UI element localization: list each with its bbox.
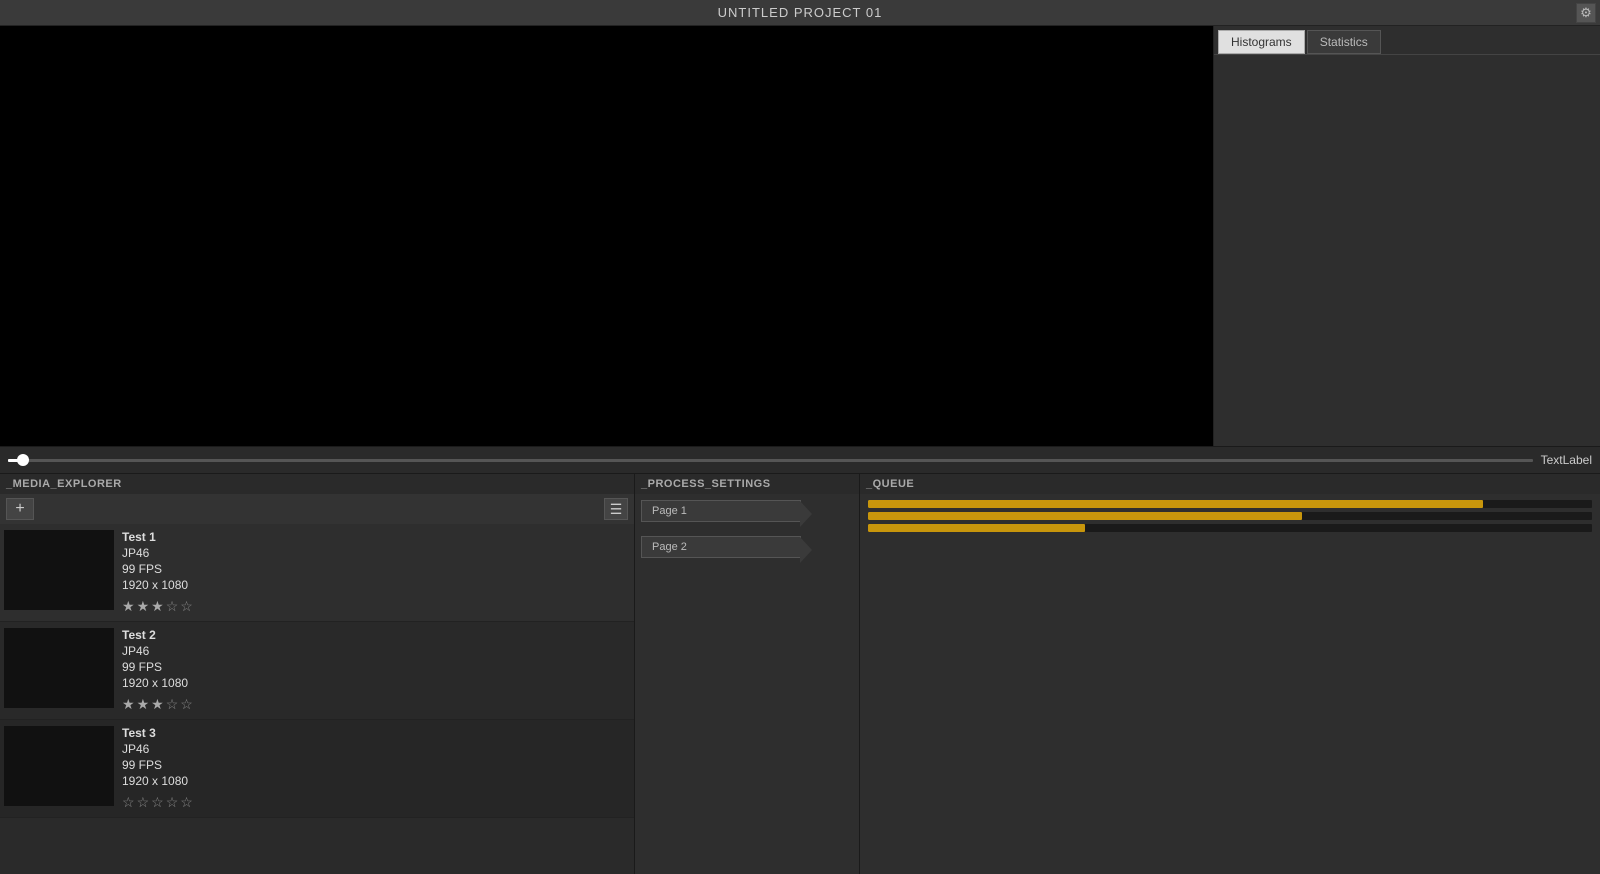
app-title: UNTITLED PROJECT 01 <box>718 5 883 20</box>
process-settings: _PROCESS_SETTINGS Page 1 Page 2 <box>635 474 860 874</box>
settings-button[interactable]: ⚙ <box>1576 3 1596 23</box>
list-view-icon: ☰ <box>610 501 623 518</box>
media-name: Test 3 <box>122 726 193 740</box>
bottom-area: _MEDIA_EXPLORER + ☰ Test 1 JP46 99 FPS 1920… <box>0 474 1600 874</box>
star-2[interactable]: ☆ <box>137 794 150 811</box>
process-page-tab-2[interactable]: Page 2 <box>641 536 801 558</box>
media-codec: JP46 <box>122 546 193 560</box>
scrubber-label: TextLabel <box>1541 453 1592 467</box>
media-name: Test 2 <box>122 628 193 642</box>
star-2[interactable]: ★ <box>137 598 150 615</box>
video-preview <box>0 26 1213 446</box>
queue-progress-bar-1 <box>868 500 1592 508</box>
star-4[interactable]: ☆ <box>166 598 179 615</box>
media-fps: 99 FPS <box>122 660 193 674</box>
star-5[interactable]: ☆ <box>180 794 193 811</box>
list-view-button[interactable]: ☰ <box>604 498 628 520</box>
tab-histograms[interactable]: Histograms <box>1218 30 1305 54</box>
star-5[interactable]: ☆ <box>180 598 193 615</box>
queue-content <box>860 494 1600 874</box>
page-tab-arrow <box>800 537 812 563</box>
media-resolution: 1920 x 1080 <box>122 578 193 592</box>
media-resolution: 1920 x 1080 <box>122 676 193 690</box>
queue: _QUEUE <box>860 474 1600 874</box>
media-list: Test 1JP4699 FPS1920 x 1080★★★☆☆Test 2JP… <box>0 524 634 874</box>
star-2[interactable]: ★ <box>137 696 150 713</box>
queue-progress-bars <box>860 494 1600 538</box>
process-page-tab-1[interactable]: Page 1 <box>641 500 801 522</box>
media-item-3[interactable]: Test 3JP4699 FPS1920 x 1080☆☆☆☆☆ <box>0 720 634 818</box>
side-panel-content <box>1214 55 1600 446</box>
tab-statistics[interactable]: Statistics <box>1307 30 1381 54</box>
star-3[interactable]: ☆ <box>151 794 164 811</box>
queue-title: _QUEUE <box>860 474 1600 494</box>
process-page-label: Page 2 <box>652 541 687 553</box>
star-5[interactable]: ☆ <box>180 696 193 713</box>
media-codec: JP46 <box>122 644 193 658</box>
star-4[interactable]: ☆ <box>166 696 179 713</box>
add-media-button[interactable]: + <box>6 498 34 520</box>
queue-progress-fill-3 <box>868 524 1085 532</box>
top-area: Histograms Statistics <box>0 26 1600 446</box>
scrubber-area[interactable]: TextLabel <box>0 446 1600 474</box>
queue-progress-bar-2 <box>868 512 1592 520</box>
media-item-2[interactable]: Test 2JP4699 FPS1920 x 1080★★★☆☆ <box>0 622 634 720</box>
scrubber-track[interactable] <box>8 459 1533 462</box>
queue-progress-fill-2 <box>868 512 1302 520</box>
scrubber-handle[interactable] <box>17 454 29 466</box>
star-1[interactable]: ★ <box>122 598 135 615</box>
media-thumbnail <box>4 726 114 806</box>
media-thumbnail <box>4 530 114 610</box>
star-1[interactable]: ☆ <box>122 794 135 811</box>
media-resolution: 1920 x 1080 <box>122 774 193 788</box>
media-stars[interactable]: ★★★☆☆ <box>122 598 193 615</box>
media-stars[interactable]: ★★★☆☆ <box>122 696 193 713</box>
queue-progress-bar-3 <box>868 524 1592 532</box>
star-1[interactable]: ★ <box>122 696 135 713</box>
star-3[interactable]: ★ <box>151 696 164 713</box>
process-settings-content: Page 1 Page 2 <box>635 494 859 874</box>
process-page-label: Page 1 <box>652 505 687 517</box>
media-explorer-toolbar: + ☰ <box>0 494 634 524</box>
media-name: Test 1 <box>122 530 193 544</box>
side-panel: Histograms Statistics <box>1213 26 1600 446</box>
media-thumbnail <box>4 628 114 708</box>
process-settings-title: _PROCESS_SETTINGS <box>635 474 859 494</box>
queue-progress-fill-1 <box>868 500 1483 508</box>
media-stars[interactable]: ☆☆☆☆☆ <box>122 794 193 811</box>
star-3[interactable]: ★ <box>151 598 164 615</box>
side-panel-tabs: Histograms Statistics <box>1214 26 1600 55</box>
media-codec: JP46 <box>122 742 193 756</box>
media-fps: 99 FPS <box>122 758 193 772</box>
queue-list-area <box>860 538 1600 874</box>
star-4[interactable]: ☆ <box>166 794 179 811</box>
page-tab-arrow <box>800 501 812 527</box>
media-item-1[interactable]: Test 1JP4699 FPS1920 x 1080★★★☆☆ <box>0 524 634 622</box>
title-bar: UNTITLED PROJECT 01 ⚙ <box>0 0 1600 26</box>
media-explorer-title: _MEDIA_EXPLORER <box>0 474 634 494</box>
media-fps: 99 FPS <box>122 562 193 576</box>
main-container: Histograms Statistics TextLabel _MEDIA_E… <box>0 26 1600 874</box>
media-explorer: _MEDIA_EXPLORER + ☰ Test 1 JP46 99 FPS 1920… <box>0 474 635 874</box>
